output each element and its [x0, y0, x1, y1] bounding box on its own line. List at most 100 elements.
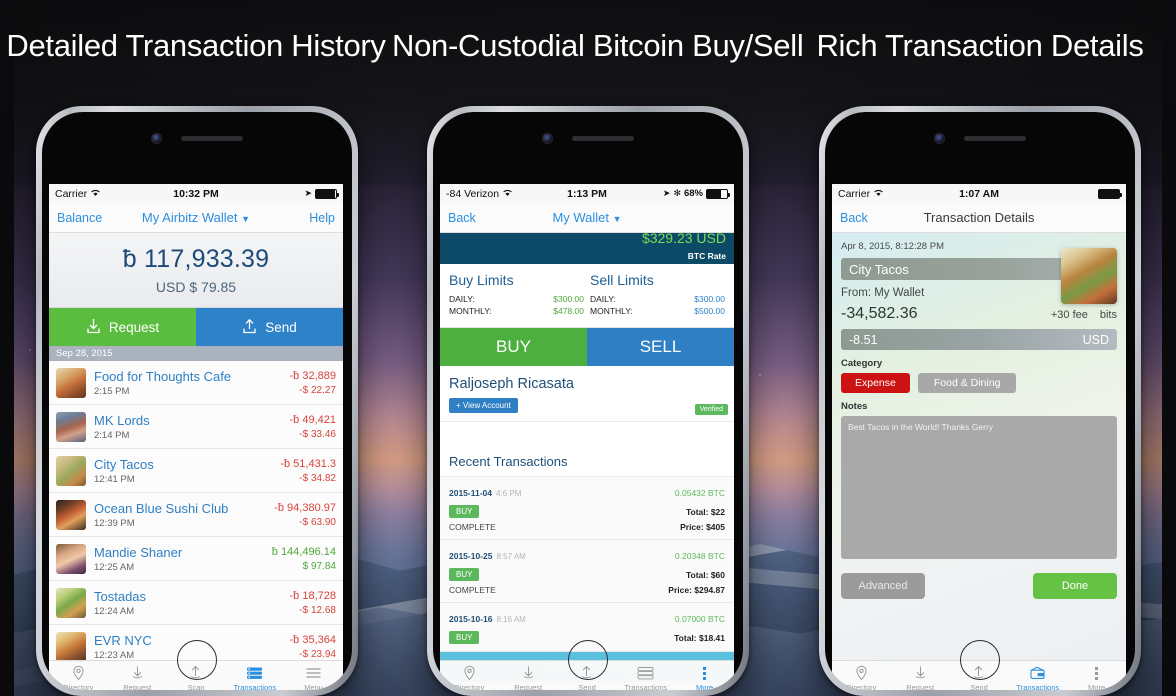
home-button[interactable]: [960, 640, 1000, 680]
list-item[interactable]: 2015-11-04 4:6 PM 0.05432 BTC BUY Total: …: [440, 477, 734, 540]
transaction-btc: -ƀ 51,431.3: [280, 457, 336, 470]
transaction-name: Tostadas: [94, 588, 147, 604]
more-dots-icon: [1089, 665, 1104, 681]
transaction-photo: [1061, 248, 1117, 304]
transaction-date: 2015-10-25: [449, 551, 493, 561]
status-right-group: ➤: [304, 188, 339, 199]
sell-limit-daily-label: DAILY:: [590, 294, 616, 304]
category-label: Category: [841, 358, 883, 369]
sidebar-item-more[interactable]: More: [1067, 665, 1126, 690]
sidebar-item-request[interactable]: Request: [499, 665, 558, 690]
sidebar-item-label: Scan: [187, 683, 205, 690]
notes-textarea[interactable]: Best Tacos in the World! Thanks Gerry: [841, 416, 1117, 559]
sell-limit-monthly: MONTHLY: $500.00: [590, 306, 725, 316]
wallet-selector[interactable]: My Airbitz Wallet ▼: [49, 210, 343, 225]
transaction-time: 8:16 AM: [496, 615, 526, 624]
sidebar-item-transactions[interactable]: Transactions: [616, 665, 675, 690]
headline-2: Non-Custodial Bitcoin Buy/Sell: [392, 28, 804, 63]
sidebar-item-directory[interactable]: Directory: [49, 665, 108, 690]
buy-limit-monthly-label: MONTHLY:: [449, 306, 492, 316]
request-label: Request: [108, 319, 160, 335]
buy-button[interactable]: BUY: [440, 328, 587, 366]
transaction-amounts: -ƀ 32,889 -$ 22.27: [290, 370, 336, 396]
bluetooth-icon: ✻: [673, 188, 681, 198]
home-button[interactable]: [177, 640, 217, 680]
transaction-usd: -$ 63.90: [299, 516, 336, 528]
phone-1-bezel: Carrier 10:32 PM ➤ Balance My Airbitz Wa…: [42, 112, 352, 690]
balance-usd: USD $ 79.85: [155, 279, 237, 295]
fiat-amount-field[interactable]: -8.51 USD: [841, 329, 1117, 350]
avatar: [56, 631, 86, 662]
location-pin-icon: [854, 665, 869, 681]
table-row[interactable]: City Tacos 12:41 PM -ƀ 51,431.3 -$ 34.82: [49, 449, 343, 493]
status-time: 10:32 PM: [173, 187, 219, 200]
table-row[interactable]: Mandie Shaner 12:25 AM ƀ 144,496.14 $ 97…: [49, 537, 343, 581]
send-label: Send: [265, 319, 297, 335]
transaction-price: Price: $294.87: [668, 585, 725, 595]
category-name-field[interactable]: Food & Dining: [917, 373, 1017, 393]
avatar: [56, 543, 86, 574]
sidebar-item-request[interactable]: Request: [108, 665, 167, 690]
sidebar-item-label: Send: [578, 683, 596, 690]
status-bar: -84 Verizon 1:13 PM ➤ ✻ 68%: [440, 184, 734, 203]
send-button[interactable]: Send: [196, 308, 343, 346]
list-item[interactable]: 2015-10-25 8:57 AM 0.20348 BTC BUY Total:…: [440, 540, 734, 603]
page-title: Transaction Details: [923, 210, 1035, 225]
wallet-selector[interactable]: My Wallet ▼: [440, 210, 734, 225]
home-button[interactable]: [568, 640, 608, 680]
transaction-usd: $ 97.84: [302, 560, 336, 572]
transaction-info: Ocean Blue Sushi Club 12:39 PM: [94, 501, 266, 529]
transaction-amounts: -ƀ 49,421 -$ 33.46: [290, 414, 336, 440]
row-date-group: 2015-10-16 8:16 AM: [449, 609, 526, 627]
sidebar-item-directory[interactable]: Directory: [440, 665, 499, 690]
action-button-row: Advanced Done: [841, 573, 1117, 599]
sidebar-item-transactions[interactable]: Transactions: [225, 665, 284, 690]
table-row[interactable]: Tostadas 12:24 AM -ƀ 18,728 -$ 12.68: [49, 581, 343, 625]
sidebar-item-transactions[interactable]: Transactions: [1008, 665, 1067, 690]
transaction-time: 12:39 PM: [94, 517, 135, 529]
battery-icon: [1098, 188, 1122, 199]
sell-limit-monthly-value: $500.00: [694, 306, 725, 316]
transaction-btc: -ƀ 94,380.97: [274, 501, 336, 514]
avatar: [56, 411, 86, 442]
transaction-info: Tostadas 12:24 AM: [94, 589, 282, 617]
row-mid: BUY Total: $22: [449, 505, 725, 518]
location-arrow-icon: ➤: [662, 188, 671, 198]
transaction-btc: 0.20348 BTC: [674, 551, 725, 561]
sidebar-item-request[interactable]: Request: [891, 665, 950, 690]
table-row[interactable]: Food for Thoughts Cafe 2:15 PM -ƀ 32,889…: [49, 361, 343, 405]
sidebar-item-label: Directory: [846, 683, 877, 690]
btc-rate-band: $329.23 USD BTC Rate: [440, 233, 734, 264]
row-date-group: 2015-11-04 4:6 PM: [449, 483, 521, 501]
status-right-group: ➤ ✻ 68%: [662, 188, 730, 199]
btc-rate-label: BTC Rate: [687, 251, 726, 261]
help-button[interactable]: Help: [309, 211, 335, 225]
table-row[interactable]: Ocean Blue Sushi Club 12:39 PM -ƀ 94,380…: [49, 493, 343, 537]
request-button[interactable]: Request: [49, 308, 196, 346]
battery-icon: [706, 188, 730, 199]
transaction-usd: -$ 12.68: [299, 604, 336, 616]
sidebar-item-directory[interactable]: Directory: [832, 665, 891, 690]
done-button[interactable]: Done: [1033, 573, 1117, 599]
sidebar-item-more[interactable]: More: [675, 665, 734, 690]
location-pin-icon: [462, 665, 477, 681]
transaction-status: COMPLETE: [449, 522, 496, 532]
more-dots-icon: [697, 665, 712, 681]
category-row: Expense Food & Dining: [841, 373, 1117, 393]
transaction-total: Total: $22: [685, 506, 725, 517]
view-account-button[interactable]: + View Account: [449, 398, 518, 413]
category-type-button[interactable]: Expense: [841, 373, 910, 393]
buy-limit-daily-value: $300.00: [553, 294, 584, 304]
account-spacer: [440, 422, 734, 448]
sell-button[interactable]: SELL: [587, 328, 734, 366]
sidebar-item-label: Transactions: [233, 683, 277, 690]
chevron-down-icon: ▼: [241, 214, 251, 224]
row-date-group: 2015-10-25 8:57 AM: [449, 546, 526, 564]
table-row[interactable]: MK Lords 2:14 PM -ƀ 49,421 -$ 33.46: [49, 405, 343, 449]
transaction-status: COMPLETE: [449, 585, 496, 595]
headline-3: Rich Transaction Details: [816, 28, 1144, 63]
advanced-button[interactable]: Advanced: [841, 573, 925, 599]
transaction-usd: -$ 22.27: [299, 384, 336, 396]
sidebar-item-menu[interactable]: Menu: [284, 665, 343, 690]
sidebar-item-label: Request: [123, 683, 152, 690]
